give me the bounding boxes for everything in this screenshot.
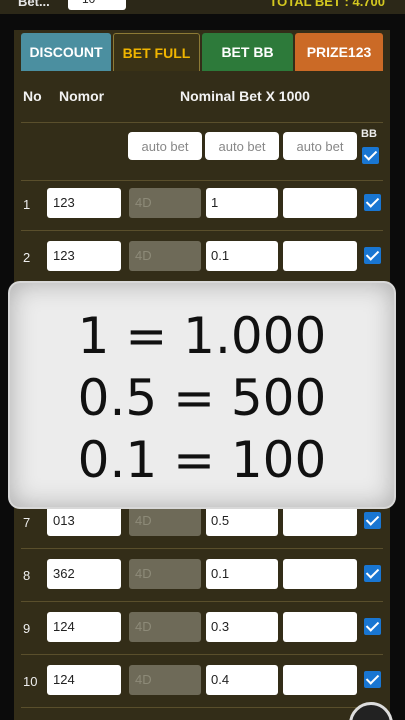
bb-checkbox[interactable] (364, 671, 381, 688)
table-row: 1 123 4D 1 (21, 178, 383, 231)
bet-input[interactable]: 1 (206, 188, 278, 218)
bet-input[interactable]: 10 (68, 0, 126, 10)
4d-input: 4D (129, 665, 201, 695)
tab-bar: DISCOUNT BET FULL BET BB PRIZE123 (21, 33, 383, 71)
auto-bet-button-3[interactable]: auto bet (283, 132, 357, 160)
bb-input[interactable] (283, 506, 357, 536)
nomor-input[interactable]: 124 (47, 612, 121, 642)
header-nominal: Nominal Bet X 1000 (180, 88, 310, 104)
bb-checkbox[interactable] (364, 565, 381, 582)
auto-bet-row: auto bet auto bet auto bet BB (21, 122, 383, 181)
4d-input: 4D (129, 612, 201, 642)
tab-discount[interactable]: DISCOUNT (21, 33, 111, 71)
table-row: 8 362 4D 0.1 (21, 549, 383, 602)
bb-input[interactable] (283, 559, 357, 589)
bet-input[interactable]: 0.1 (206, 559, 278, 589)
4d-input: 4D (129, 559, 201, 589)
table-row: 9 124 4D 0.3 (21, 602, 383, 655)
nomor-input[interactable]: 124 (47, 665, 121, 695)
bb-all-checkbox[interactable] (362, 147, 379, 164)
header-nomor: Nomor (59, 88, 105, 104)
nomor-input[interactable]: 123 (47, 188, 121, 218)
note-line-3: 0.1 = 100 (77, 431, 327, 489)
note-line-1: 1 = 1.000 (77, 307, 327, 365)
4d-input: 4D (129, 188, 201, 218)
bb-checkbox[interactable] (364, 512, 381, 529)
nomor-input[interactable]: 123 (47, 241, 121, 271)
table-row: 2 123 4D 0.1 (21, 231, 383, 284)
nomor-input[interactable]: 013 (47, 506, 121, 536)
bb-checkbox[interactable] (364, 618, 381, 635)
bb-label: BB (361, 128, 377, 140)
bb-input[interactable] (283, 665, 357, 695)
row-number: 10 (23, 674, 38, 689)
bet-input[interactable]: 0.1 (206, 241, 278, 271)
bb-input[interactable] (283, 612, 357, 642)
tab-bet-full[interactable]: BET FULL (113, 33, 200, 71)
bet-label: Bet... (18, 0, 50, 9)
bb-checkbox[interactable] (364, 194, 381, 211)
nomor-input[interactable]: 362 (47, 559, 121, 589)
tab-bet-bb[interactable]: BET BB (202, 33, 293, 71)
top-bar: Bet... 10 TOTAL BET : 4.700 (0, 0, 405, 14)
auto-bet-button-2[interactable]: auto bet (205, 132, 279, 160)
bb-input[interactable] (283, 188, 357, 218)
row-number: 8 (23, 568, 31, 583)
paper-note-overlay: 1 = 1.000 0.5 = 500 0.1 = 100 (10, 283, 394, 507)
bet-input[interactable]: 0.4 (206, 665, 278, 695)
note-line-2: 0.5 = 500 (77, 369, 327, 427)
row-number: 9 (23, 621, 31, 636)
tab-prize123[interactable]: PRIZE123 (295, 33, 383, 71)
row-number: 1 (23, 197, 31, 212)
table-row: 10 124 4D 0.4 (21, 655, 383, 708)
bet-input[interactable]: 0.3 (206, 612, 278, 642)
bb-checkbox[interactable] (364, 247, 381, 264)
bb-input[interactable] (283, 241, 357, 271)
4d-input: 4D (129, 506, 201, 536)
4d-input: 4D (129, 241, 201, 271)
header-no: No (23, 88, 42, 104)
total-bet: TOTAL BET : 4.700 (269, 0, 385, 9)
row-number: 2 (23, 250, 31, 265)
bet-input[interactable]: 0.5 (206, 506, 278, 536)
auto-bet-button-1[interactable]: auto bet (128, 132, 202, 160)
